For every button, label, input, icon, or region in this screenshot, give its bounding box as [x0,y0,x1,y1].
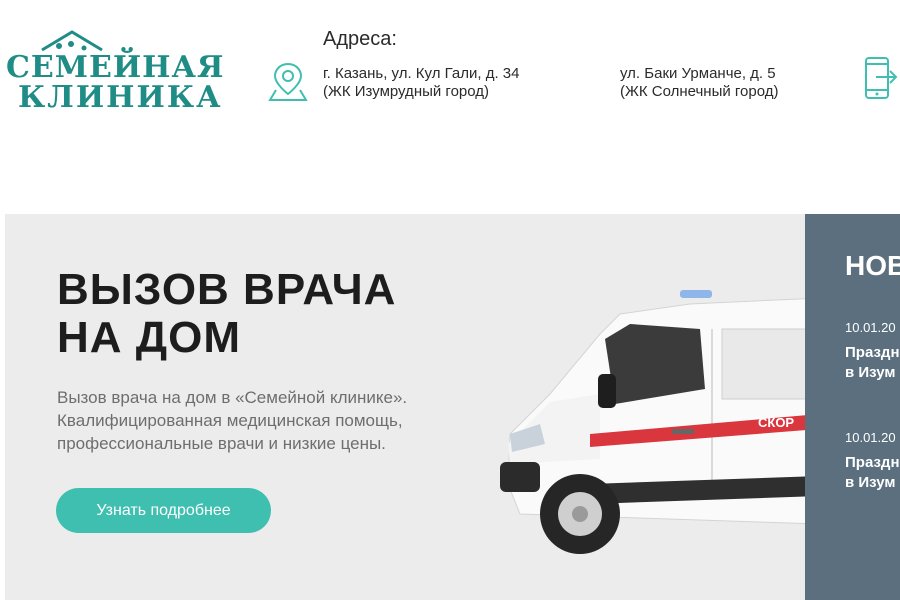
hero-desc-line3: профессиональные врачи и низкие цены. [57,434,386,453]
address1-line1: г. Казань, ул. Кул Гали, д. 34 [323,65,520,82]
clinic-logo[interactable]: СЕМЕЙНАЯ КЛИНИКА [4,28,223,115]
van-label: СКОР [758,415,794,430]
news-headline[interactable]: Праздн в Изум [845,453,900,493]
news-title: НОВ [845,250,900,281]
news-headline-line2: в Изум [845,474,896,491]
news-headline-line1: Праздн [845,344,900,361]
hero-desc-line2: Квалифицированная медицинская помощь, [57,411,403,430]
news-date: 10.01.20 [845,320,896,335]
address2-line2: (ЖК Солнечный город) [620,83,779,100]
hero-desc-line1: Вызов врача на дом в «Семейной клинике». [57,388,408,407]
address2-line1: ул. Баки Урманче, д. 5 [620,65,776,82]
hero-description: Вызов врача на дом в «Семейной клинике».… [57,386,457,455]
address-baki-urmanche: ул. Баки Урманче, д. 5 (ЖК Солнечный гор… [620,65,779,101]
news-headline-line2: в Изум [845,364,896,381]
news-sidebar: НОВ 10.01.20 Праздн в Изум 10.01.20 Праз… [805,214,900,600]
hero-title-line1: ВЫЗОВ ВРАЧА [57,265,397,314]
location-pin-icon [268,62,308,101]
address1-line2: (ЖК Изумрудный город) [323,83,490,100]
addresses-title: Адреса: [323,28,397,50]
address-kul-gali: г. Казань, ул. Кул Гали, д. 34 (ЖК Изумр… [323,65,520,101]
hero-title: ВЫЗОВ ВРАЧА НА ДОМ [57,266,396,362]
news-date: 10.01.20 [845,430,896,445]
ambulance-van-image: СКОР [500,290,805,554]
news-headline-line1: Праздн [845,454,900,471]
site-header: СЕМЕЙНАЯ КЛИНИКА Адреса: г. Казань, ул. … [0,0,900,214]
news-headline[interactable]: Праздн в Изум [845,343,900,383]
hero-banner: ВЫЗОВ ВРАЧА НА ДОМ Вызов врача на дом в … [5,214,805,600]
news-item[interactable]: 10.01.20 Праздн в Изум [845,430,900,493]
news-item[interactable]: 10.01.20 Праздн в Изум [845,320,900,383]
phone-call-icon[interactable] [862,56,900,102]
learn-more-button[interactable]: Узнать подробнее [56,488,271,533]
hero-title-line2: НА ДОМ [57,313,241,362]
logo-text-line2: КЛИНИКА [18,80,223,115]
